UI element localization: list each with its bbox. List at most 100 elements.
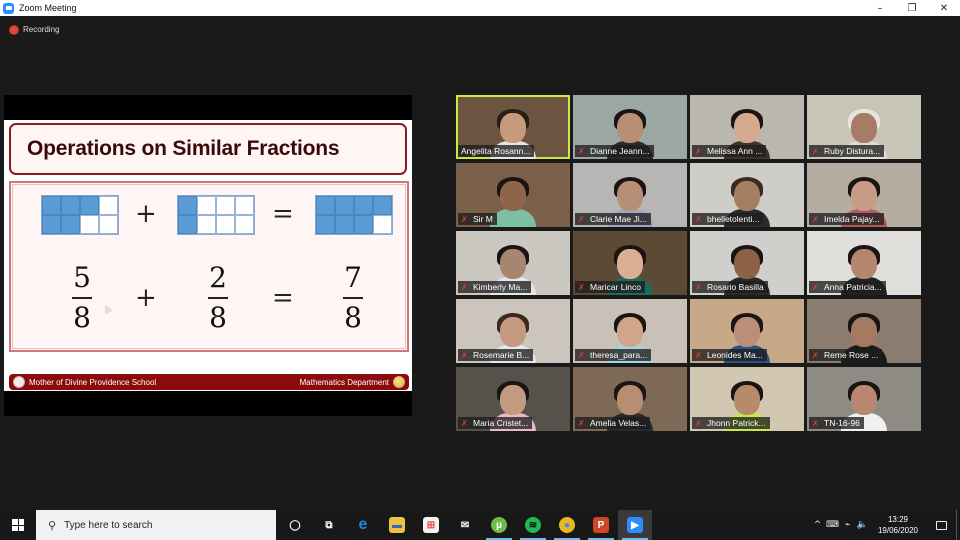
muted-microphone-icon: ✗ (812, 350, 819, 360)
participant-tile[interactable]: ✗ Clarie Mae Ji... (573, 163, 687, 227)
restore-button[interactable]: ❐ (896, 0, 928, 16)
taskbar-app-utorrent[interactable]: µ (482, 510, 516, 540)
filled-cell (373, 196, 392, 215)
taskbar-app-zoom[interactable]: ▶ (618, 510, 652, 540)
denominator: 8 (344, 301, 362, 334)
participant-name-tag: ✗ Jhonn Patrick... (692, 417, 770, 429)
participant-name-tag: ✗ Sir M (458, 213, 497, 225)
spotify-icon: ≋ (525, 517, 541, 533)
participant-face (500, 249, 526, 279)
taskbar-app-chrome[interactable]: ● (550, 510, 584, 540)
taskbar-app-file-explorer[interactable]: ▬ (380, 510, 414, 540)
muted-microphone-icon: ✗ (461, 282, 468, 292)
participant-tile[interactable]: ✗ Rosemarie B... (456, 299, 570, 363)
participant-tile[interactable]: ✗ Reme Rose ... (807, 299, 921, 363)
taskbar-app-task-view[interactable]: ⧉ (312, 510, 346, 540)
muted-microphone-icon: ✗ (461, 350, 468, 360)
fraction-bar-7-8 (315, 195, 393, 235)
start-button[interactable] (0, 510, 36, 540)
participant-tile[interactable]: ✗ Sir M (456, 163, 570, 227)
participant-gallery: Angelita Rosann... ✗ Dianne Jeann... ✗ Melis… (456, 95, 924, 433)
fraction-bar-5-8 (41, 195, 119, 235)
close-button[interactable]: ✕ (928, 0, 960, 16)
file-explorer-icon: ▬ (389, 517, 405, 533)
network-icon[interactable]: ⌁ (840, 510, 855, 540)
participant-name-tag: ✗ Maria Cristet... (458, 417, 533, 429)
participant-face (734, 385, 760, 415)
participant-name: Maricar Linco (590, 282, 642, 292)
muted-microphone-icon: ✗ (812, 146, 819, 156)
participant-tile[interactable]: ✗ Leonides Ma... (690, 299, 804, 363)
taskbar-search-box[interactable]: ⚲ Type here to search (36, 510, 276, 540)
numerator: 7 (344, 261, 362, 294)
taskbar-app-mail[interactable]: ✉ (448, 510, 482, 540)
participant-body (490, 209, 536, 227)
participant-tile[interactable]: ✗ Maria Cristet... (456, 367, 570, 431)
empty-cell (197, 196, 216, 215)
filled-cell (316, 196, 335, 215)
participant-face (617, 113, 643, 143)
notification-icon (935, 520, 947, 530)
participant-tile[interactable]: ✗ Jhonn Patrick... (690, 367, 804, 431)
department-logo-icon (393, 376, 405, 388)
filled-cell (335, 215, 354, 234)
participant-tile[interactable]: ✗ Melissa Ann ... (690, 95, 804, 159)
participant-tile[interactable]: ✗ Imelda Pajay... (807, 163, 921, 227)
participant-tile[interactable]: Angelita Rosann... (456, 95, 570, 159)
participant-name: Kimberly Ma... (473, 282, 528, 292)
participant-tile[interactable]: ✗ Maricar Linco (573, 231, 687, 295)
filled-cell (178, 196, 197, 215)
empty-cell (235, 196, 254, 215)
fraction-5-8: 5 8 (67, 261, 97, 334)
participant-tile[interactable]: ✗ TN-16-96 (807, 367, 921, 431)
show-desktop-button[interactable] (956, 510, 960, 540)
participant-name: Anna Patricia... (824, 282, 882, 292)
participant-tile[interactable]: ✗ Ruby Distura... (807, 95, 921, 159)
filled-cell (335, 196, 354, 215)
recording-indicator[interactable]: Recording (10, 25, 59, 34)
participant-tile[interactable]: ✗ theresa_para... (573, 299, 687, 363)
utorrent-icon: µ (491, 517, 507, 533)
participant-tile[interactable]: ✗ Rosario Basilla (690, 231, 804, 295)
participant-tile[interactable]: ✗ Kimberly Ma... (456, 231, 570, 295)
participant-face (500, 181, 526, 211)
taskbar-app-cortana[interactable]: ◯ (278, 510, 312, 540)
mail-icon: ✉ (460, 519, 470, 531)
muted-microphone-icon: ✗ (461, 418, 468, 428)
participant-face (500, 317, 526, 347)
participant-name-tag: ✗ Imelda Pajay... (809, 213, 884, 225)
taskbar-app-store[interactable]: ⊞ (414, 510, 448, 540)
powerpoint-icon: P (593, 517, 609, 533)
school-name: Mother of Divine Providence School (29, 377, 157, 387)
participant-tile[interactable]: ✗ bhelletolenti... (690, 163, 804, 227)
volume-icon[interactable]: 🔈 (855, 510, 870, 540)
task-view-icon: ⧉ (325, 519, 333, 531)
participant-tile[interactable]: ✗ Dianne Jeann... (573, 95, 687, 159)
participant-name: Rosemarie B... (473, 350, 530, 360)
muted-microphone-icon: ✗ (578, 146, 585, 156)
participant-name-tag: Angelita Rosann... (458, 145, 535, 157)
filled-cell (61, 215, 80, 234)
minimize-button[interactable]: – (864, 0, 896, 16)
slide-body: + = 5 8 + 2 8 = 7 8 (9, 181, 409, 352)
equals-sign: = (272, 283, 294, 313)
taskbar-app-spotify[interactable]: ≋ (516, 510, 550, 540)
taskbar-app-powerpoint[interactable]: P (584, 510, 618, 540)
taskbar-clock[interactable]: 13:29 19/06/2020 (870, 514, 926, 536)
clock-date: 19/06/2020 (877, 526, 919, 535)
input-indicator-icon[interactable]: ⌨ (825, 510, 840, 540)
participant-face (500, 385, 526, 415)
action-center-button[interactable] (926, 510, 956, 540)
participant-tile[interactable]: ✗ Amelia Velas... (573, 367, 687, 431)
fraction-line (208, 297, 228, 299)
empty-cell (99, 196, 118, 215)
taskbar-app-edge[interactable]: e (346, 510, 380, 540)
muted-microphone-icon: ✗ (695, 214, 702, 224)
participant-tile[interactable]: ✗ Anna Patricia... (807, 231, 921, 295)
show-hidden-icons-chevron-icon[interactable]: ^ (810, 510, 825, 540)
store-icon: ⊞ (423, 517, 439, 533)
shared-screen[interactable]: Operations on Similar Fractions + = 5 8 … (4, 95, 412, 416)
participant-name: Melissa Ann ... (707, 146, 763, 156)
participant-face (851, 385, 877, 415)
chrome-icon: ● (559, 517, 575, 533)
